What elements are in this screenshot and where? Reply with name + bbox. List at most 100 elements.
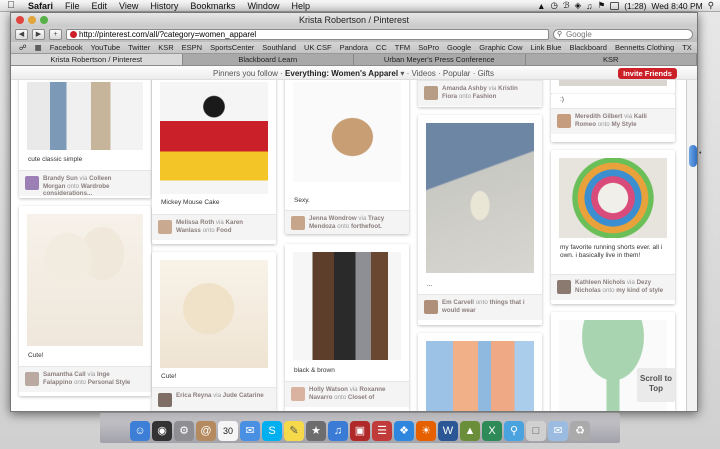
via-name[interactable]: Jude Catarine (223, 392, 264, 399)
bookmark-graphic-cow[interactable]: Graphic Cow (475, 43, 526, 52)
pin-card[interactable]: cute classic simple Brandy Sun via Colle… (19, 74, 151, 198)
dashboard-icon[interactable]: ◉ (152, 421, 172, 441)
apple-icon[interactable]:  (0, 0, 22, 11)
pin-card[interactable]: :) Meredith Gilbert via Kalli Romeo onto… (551, 94, 675, 142)
board-name[interactable]: My Style (611, 121, 636, 128)
pinner-name[interactable]: Brandy Sun (43, 175, 78, 182)
pin-card[interactable]: my favorite running shorts ever. all i o… (551, 150, 675, 304)
bookmark-uk-csf[interactable]: UK CSF (300, 43, 336, 52)
menu-window[interactable]: Window (241, 1, 285, 11)
menu-edit[interactable]: Edit (86, 1, 114, 11)
pin-image[interactable] (160, 260, 268, 368)
ical-icon[interactable]: ☰ (372, 421, 392, 441)
avatar[interactable] (158, 393, 172, 407)
pinner-name[interactable]: Holly Watson (309, 386, 348, 393)
bookmark-twitter[interactable]: Twitter (124, 43, 154, 52)
menu-help[interactable]: Help (285, 1, 316, 11)
bookmark-link-blue[interactable]: Link Blue (527, 43, 566, 52)
pin-card[interactable] (418, 333, 542, 411)
skype-icon[interactable]: S (262, 421, 282, 441)
avatar[interactable] (291, 216, 305, 230)
finder-icon[interactable]: ☺ (130, 421, 150, 441)
board-name[interactable]: Food (216, 227, 231, 234)
bookmark-sopro[interactable]: SoPro (414, 43, 443, 52)
invite-friends-button[interactable]: Invite Friends (618, 68, 677, 79)
vertical-scrollbar[interactable] (686, 80, 697, 411)
volume-icon[interactable]: ♫ (586, 1, 592, 11)
pin-image[interactable] (426, 341, 534, 411)
menu-view[interactable]: View (113, 1, 144, 11)
chevron-down-icon[interactable]: ▾ (400, 69, 404, 78)
pin-card[interactable]: Sexy. Jenna Wondrow via Tracy Mendoza on… (285, 74, 409, 234)
wifi-icon[interactable]: ◈ (575, 0, 582, 11)
bookmark-espn[interactable]: ESPN (178, 43, 206, 52)
pinner-name[interactable]: Kathleen Nichols (575, 279, 625, 286)
board-name[interactable]: my kind of style (616, 287, 663, 294)
forward-icon[interactable]: ▶ (32, 29, 45, 40)
pin-card[interactable]: Cute! Erica Reyna via Jude Catarine (152, 252, 276, 411)
avatar[interactable] (25, 176, 39, 190)
search-field[interactable]: ⚲ Google (553, 29, 693, 40)
bookmark-southland[interactable]: Southland (258, 43, 300, 52)
bookmark-tx[interactable]: TX (678, 43, 696, 52)
pinner-name[interactable]: Samantha Call (43, 371, 86, 378)
itunes-icon[interactable]: ♫ (328, 421, 348, 441)
tab-urban-meyer[interactable]: Urban Meyer's Press Conference (354, 54, 526, 65)
menu-file[interactable]: File (59, 1, 86, 11)
spotlight-icon[interactable]: ⚲ (708, 0, 714, 11)
pinner-name[interactable]: Jenna Wondrow (309, 215, 357, 222)
timemachine-icon[interactable]: ◷ (551, 0, 558, 11)
pin-image[interactable] (293, 82, 401, 182)
bookmark-blackboard[interactable]: Blackboard (565, 43, 611, 52)
documents-folder-icon[interactable]: □ (526, 421, 546, 441)
battery-icon[interactable] (610, 1, 620, 10)
stickies-icon[interactable]: ✎ (284, 421, 304, 441)
bookmark-youtube[interactable]: YouTube (87, 43, 124, 52)
zoom-icon[interactable] (40, 16, 48, 24)
top-sites-icon[interactable]: ▦ (31, 43, 46, 52)
filter-selected[interactable]: Everything: Women's Apparel (285, 69, 398, 78)
scrollbar-thumb[interactable] (689, 145, 697, 167)
bookmark-google[interactable]: Google (443, 43, 475, 52)
pin-image[interactable] (27, 214, 143, 346)
star-app-icon[interactable]: ★ (306, 421, 326, 441)
reading-list-icon[interactable]: ☍ (15, 43, 31, 52)
bookmark-tfm[interactable]: TFM (391, 43, 414, 52)
add-bookmark-icon[interactable]: + (49, 29, 62, 40)
photoshop-icon[interactable]: ▲ (460, 421, 480, 441)
clock[interactable]: Wed 8:40 PM (651, 1, 702, 11)
pinner-name[interactable]: Em Carvell (442, 299, 474, 306)
pin-image[interactable] (559, 158, 667, 238)
avatar[interactable] (424, 86, 438, 100)
board-name[interactable]: Closet of (348, 394, 374, 401)
filter-others[interactable]: · Videos · Popular · Gifts (407, 69, 494, 78)
word-icon[interactable]: W (438, 421, 458, 441)
bookmark-sportscenter[interactable]: SportsCenter (206, 43, 258, 52)
preview-icon[interactable]: ⚲ (504, 421, 524, 441)
board-name[interactable]: Personal Style (88, 379, 131, 386)
minimize-icon[interactable] (28, 16, 36, 24)
bluetooth-icon[interactable]: ℬ (563, 0, 570, 11)
pin-card[interactable]: Cute! Samantha Call via Inge Falappino o… (19, 206, 151, 396)
pin-card[interactable]: Mickey Mouse Cake Melissa Roth via Karen… (152, 74, 276, 244)
safari-icon[interactable]: ❖ (394, 421, 414, 441)
bookmark-facebook[interactable]: Facebook (46, 43, 87, 52)
avatar[interactable] (557, 280, 571, 294)
calendar-icon[interactable]: 30 (218, 421, 238, 441)
ichat-icon[interactable]: ✉ (240, 421, 260, 441)
excel-icon[interactable]: X (482, 421, 502, 441)
menu-bookmarks[interactable]: Bookmarks (184, 1, 241, 11)
back-icon[interactable]: ◀ (15, 29, 28, 40)
board-name[interactable]: Fashion (473, 93, 497, 100)
mail-icon[interactable]: ✉ (548, 421, 568, 441)
tab-ksr[interactable]: KSR (526, 54, 697, 65)
system-preferences-icon[interactable]: ⚙ (174, 421, 194, 441)
avatar[interactable] (424, 300, 438, 314)
pin-image[interactable] (160, 82, 268, 194)
pin-image[interactable] (27, 82, 143, 150)
firefox-icon[interactable]: ☀ (416, 421, 436, 441)
tab-blackboard[interactable]: Blackboard Learn (183, 54, 354, 65)
avatar[interactable] (158, 220, 172, 234)
scroll-to-top-button[interactable]: Scroll to Top (637, 368, 675, 402)
filter-following[interactable]: Pinners you follow · (213, 69, 283, 78)
